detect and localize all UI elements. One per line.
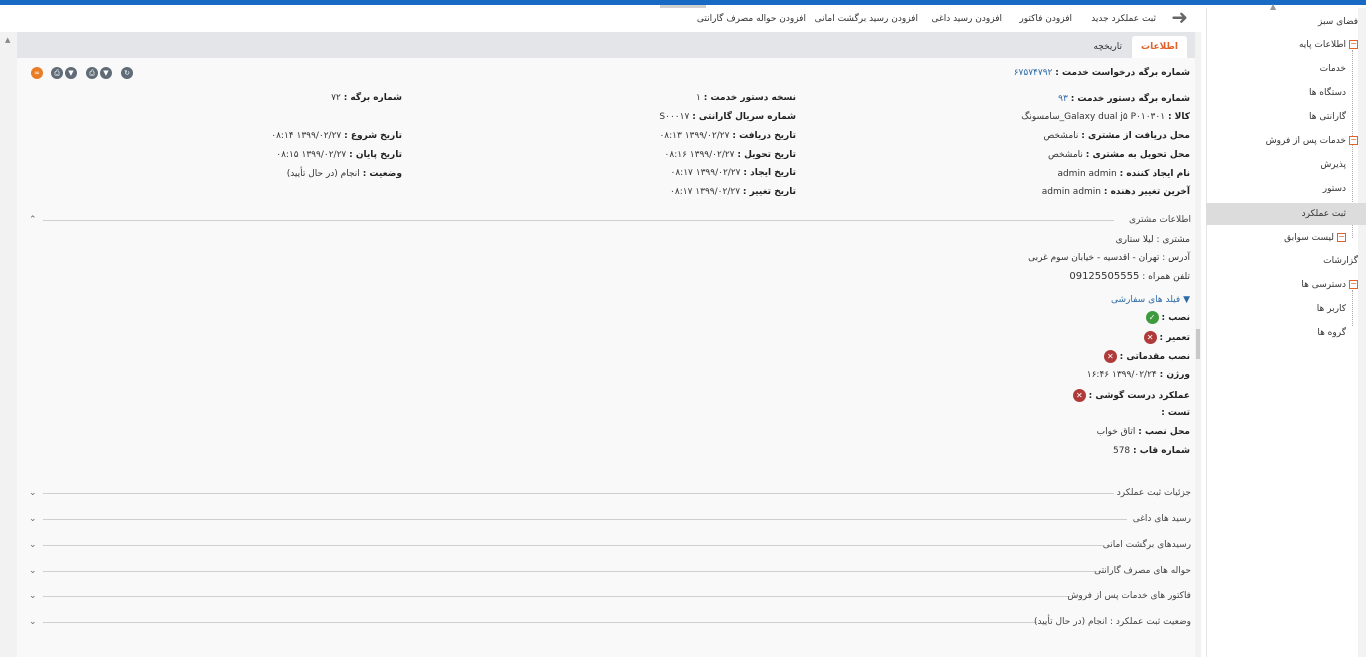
sidebar-item-services[interactable]: خدمات [1320, 57, 1346, 81]
change-date: تاریخ تغییر : ۱۳۹۹/۰۲/۲۷ ۰۸:۱۷ [670, 187, 796, 197]
sidebar-item-access[interactable]: دسترسی ها − [1301, 273, 1358, 297]
add-warranty-voucher-link[interactable]: افزودن حواله مصرف گارانتی [697, 14, 806, 24]
add-scrap-receipt-link[interactable]: افزودن رسید داغی [932, 14, 1003, 24]
sidebar-item-users[interactable]: کاربر ها [1317, 297, 1346, 321]
section-warranty-vouchers[interactable]: ⌄ حواله های مصرف گارانتی [29, 564, 1191, 578]
field-phone-ok: عملکرد درست گوشی : ✕ [1072, 389, 1190, 402]
goods: کالا : Galaxy dual j۵ P۰۱۰۳۰۱_سامسونگ [1021, 112, 1190, 122]
chevron-down-icon[interactable]: ⌄ [29, 589, 37, 603]
sidebar-item-groups[interactable]: گروه ها [1317, 321, 1346, 345]
request-number: شماره برگه درخواست خدمت : ۶۷۵۷۴۷۹۲ [1013, 68, 1190, 78]
sidebar-item-order[interactable]: دستور [1323, 177, 1346, 201]
cross-icon: ✕ [1103, 350, 1117, 363]
create-date: تاریخ ایجاد : ۱۳۹۹/۰۲/۲۷ ۰۸:۱۷ [670, 168, 797, 178]
new-performance-link[interactable]: ثبت عملکرد جدید [1091, 14, 1156, 24]
main-scrollbar-left[interactable]: ▲ [0, 32, 17, 657]
tab-info[interactable]: اطلاعات [1132, 36, 1187, 58]
sidebar-item-reception[interactable]: پذیرش [1320, 153, 1346, 177]
field-repair: تعمیر : ✕ [1143, 331, 1190, 344]
dropdown-icon[interactable]: ▼ [100, 67, 112, 79]
section-return-receipts[interactable]: ⌄ رسیدهای برگشت امانی [29, 538, 1191, 552]
field-install: نصب : ✓ [1145, 311, 1190, 324]
delivery-place: محل تحویل به مشتری : نامشخص [1047, 150, 1190, 160]
collapse-icon[interactable]: − [1349, 136, 1358, 145]
start-date: تاریخ شروع : ۱۳۹۹/۰۲/۲۷ ۰۸:۱۴ [271, 131, 402, 141]
print-icon[interactable]: ⎙ [86, 67, 98, 79]
order-version: نسخه دستور خدمت : ۱ [696, 93, 796, 103]
check-icon: ✓ [1145, 311, 1159, 324]
cross-icon: ✕ [1072, 389, 1086, 402]
chevron-down-icon[interactable]: ⌄ [29, 512, 37, 526]
sidebar-item-performance[interactable]: ثبت عملکرد [1206, 203, 1366, 225]
section-scrap-receipts[interactable]: ⌄ رسید های داغی [29, 512, 1191, 526]
link-icon[interactable]: ∞ [31, 67, 43, 79]
sidebar-item-base-info[interactable]: اطلاعات پایه − [1299, 33, 1358, 57]
field-version: ورژن : ۱۳۹۹/۰۲/۲۴ ۱۶:۴۶ [1086, 370, 1190, 380]
chevron-down-icon[interactable]: ⌄ [29, 538, 37, 552]
customer-section-header[interactable]: ⌃ اطلاعات مشتری [29, 213, 1191, 227]
main-scrollbar-right[interactable] [1195, 32, 1201, 657]
receive-place: محل دریافت از مشتری : نامشخص [1043, 131, 1190, 141]
end-date: تاریخ پایان : ۱۳۹۹/۰۲/۲۷ ۰۸:۱۵ [276, 150, 402, 160]
delivery-date: تاریخ تحویل : ۱۳۹۹/۰۲/۲۷ ۰۸:۱۶ [664, 150, 796, 160]
customer-address: آدرس : تهران - اقدسیه - خیابان سوم غربی [1028, 253, 1190, 263]
chevron-up-icon[interactable]: ⌃ [29, 213, 37, 227]
sidebar-item-history-list[interactable]: لیست سوابق − [1284, 226, 1346, 250]
chevron-down-icon[interactable]: ⌄ [29, 615, 37, 629]
sidebar-scrollbar[interactable] [1358, 8, 1366, 657]
top-splitter-handle[interactable] [660, 5, 706, 8]
triangle-down-icon: ▼ [1183, 295, 1190, 305]
collapse-icon[interactable]: − [1349, 280, 1358, 289]
back-arrow-icon[interactable]: ➜ [1171, 6, 1188, 28]
field-install-place: محل نصب : اتاق خواب [1096, 427, 1190, 437]
field-frame-number: شماره قاب : 578 [1112, 446, 1190, 456]
tab-bar: اطلاعات تاریخچه [17, 32, 1195, 58]
add-invoice-link[interactable]: افزودن فاکتور [1019, 14, 1072, 24]
section-performance-status[interactable]: ⌄ وضعیت ثبت عملکرد : انجام (در حال تأیید… [29, 615, 1191, 629]
last-modifier: آخرین تغییر دهنده : admin admin [1041, 187, 1190, 197]
sheet-number: شماره برگه : ۷۲ [331, 93, 402, 103]
sidebar-item-reports[interactable]: گزارشات [1323, 249, 1358, 273]
sidebar-item-green-space[interactable]: فضای سبز [1318, 10, 1358, 34]
section-performance-details[interactable]: ⌄ جزئیات ثبت عملکرد [29, 486, 1191, 500]
section-after-sales-invoices[interactable]: ⌄ فاکتور های خدمات پس از فروش [29, 589, 1191, 603]
chevron-down-icon[interactable]: ⌄ [29, 486, 37, 500]
customer-phone: تلفن همراه : 09125505555 [1069, 271, 1190, 282]
order-number: شماره برگه دستور خدمت : ۹۳ [1058, 94, 1190, 104]
sidebar-item-devices[interactable]: دستگاه ها [1309, 81, 1346, 105]
scrollbar-thumb[interactable] [1196, 329, 1200, 359]
print-icon[interactable]: ⎙ [51, 67, 63, 79]
customer-name: مشتری : لیلا ستاری [1115, 235, 1190, 245]
collapse-icon[interactable]: − [1337, 233, 1346, 242]
status: وضعیت : انجام (در حال تأیید) [286, 169, 402, 179]
chevron-down-icon[interactable]: ⌄ [29, 564, 37, 578]
field-test: تست : [1161, 408, 1190, 418]
creator: نام ایجاد کننده : admin admin [1057, 169, 1190, 179]
toolbar: ➜ ثبت عملکرد جدید افزودن فاکتور افزودن ر… [697, 5, 1200, 31]
sidebar-item-warranties[interactable]: گارانتی ها [1309, 105, 1346, 129]
sidebar-scroll-up-icon[interactable]: ▲ [1270, 2, 1276, 11]
tab-history[interactable]: تاریخچه [1084, 36, 1131, 58]
add-return-receipt-link[interactable]: افزودن رسید برگشت امانی [815, 14, 918, 24]
field-pre-install: نصب مقدماتی : ✕ [1103, 350, 1190, 363]
scroll-up-icon[interactable]: ▲ [5, 36, 10, 44]
custom-fields-toggle[interactable]: ▼ فیلد های سفارشی [1111, 295, 1190, 305]
collapse-icon[interactable]: − [1349, 40, 1358, 49]
warranty-serial: شماره سریال گارانتی : S۰۰۰۱۷ [659, 112, 796, 122]
dropdown-icon[interactable]: ▼ [65, 67, 77, 79]
cross-icon: ✕ [1143, 331, 1157, 344]
sidebar-item-after-sales[interactable]: خدمات پس از فروش − [1266, 129, 1358, 153]
refresh-icon[interactable]: ↻ [121, 67, 133, 79]
receive-date: تاریخ دریافت : ۱۳۹۹/۰۲/۲۷ ۰۸:۱۳ [659, 131, 796, 141]
